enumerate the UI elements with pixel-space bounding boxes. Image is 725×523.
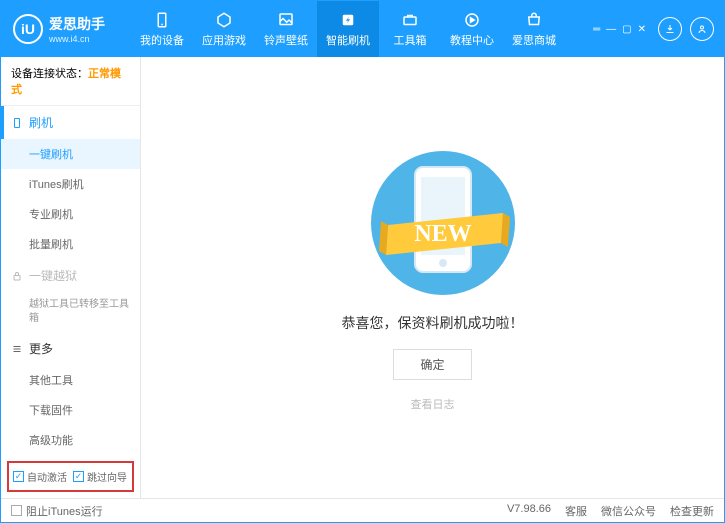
connection-status: 设备连接状态：正常模式	[1, 57, 140, 106]
user-icon	[696, 23, 708, 35]
menu-icon	[11, 343, 23, 355]
svg-text:NEW: NEW	[414, 221, 471, 247]
settings-button[interactable]: ═	[593, 24, 600, 35]
section-label: 一键越狱	[29, 267, 77, 284]
nav-label: 铃声壁纸	[264, 32, 308, 48]
flash-icon	[339, 11, 357, 29]
sidebar-jailbreak: 一键越狱	[1, 259, 140, 292]
apps-icon	[215, 11, 233, 29]
nav-label: 智能刷机	[326, 32, 370, 48]
sidebar-item-advanced[interactable]: 高级功能	[1, 425, 140, 455]
section-label: 刷机	[29, 114, 53, 131]
view-log-link[interactable]: 查看日志	[411, 396, 455, 412]
header: iU 爱思助手 www.i4.cn 我的设备 应用游戏 铃声壁纸 智能刷机 工具…	[1, 1, 724, 57]
ok-button[interactable]: 确定	[393, 349, 471, 380]
sidebar: 设备连接状态：正常模式 刷机 一键刷机 iTunes刷机 专业刷机 批量刷机 一…	[1, 57, 141, 498]
sidebar-item-itunes[interactable]: iTunes刷机	[1, 169, 140, 199]
nav-label: 工具箱	[394, 32, 427, 48]
checkbox-label: 自动激活	[27, 469, 67, 484]
wallpaper-icon	[277, 11, 295, 29]
main-content: NEW 恭喜您，保资料刷机成功啦！ 确定 查看日志	[141, 57, 724, 498]
tutorial-icon	[463, 11, 481, 29]
section-label: 更多	[29, 340, 53, 357]
sidebar-item-firmware[interactable]: 下载固件	[1, 395, 140, 425]
logo-icon: iU	[13, 14, 43, 44]
sidebar-item-other[interactable]: 其他工具	[1, 365, 140, 395]
status-label: 设备连接状态：	[11, 68, 88, 80]
checkbox-highlight: ✓自动激活 ✓跳过向导	[7, 461, 134, 492]
skip-guide-checkbox[interactable]: ✓跳过向导	[73, 469, 127, 484]
nav-label: 我的设备	[140, 32, 184, 48]
checkbox-icon: ✓	[73, 471, 84, 482]
nav-tutorial[interactable]: 教程中心	[441, 1, 503, 57]
top-nav: 我的设备 应用游戏 铃声壁纸 智能刷机 工具箱 教程中心 爱思商城	[131, 1, 593, 57]
nav-label: 爱思商城	[512, 32, 556, 48]
nav-label: 应用游戏	[202, 32, 246, 48]
toolbox-icon	[401, 11, 419, 29]
auto-activate-checkbox[interactable]: ✓自动激活	[13, 469, 67, 484]
sidebar-item-pro[interactable]: 专业刷机	[1, 199, 140, 229]
nav-app-games[interactable]: 应用游戏	[193, 1, 255, 57]
app-domain: www.i4.cn	[49, 34, 105, 44]
logo[interactable]: iU 爱思助手 www.i4.cn	[1, 14, 131, 44]
update-link[interactable]: 检查更新	[670, 503, 714, 519]
checkbox-label: 跳过向导	[87, 469, 127, 484]
nav-ringtone[interactable]: 铃声壁纸	[255, 1, 317, 57]
checkbox-icon: ✓	[13, 471, 24, 482]
lock-icon	[11, 270, 23, 282]
sidebar-flash[interactable]: 刷机	[1, 106, 140, 139]
success-message: 恭喜您，保资料刷机成功啦！	[342, 313, 524, 333]
wechat-link[interactable]: 微信公众号	[601, 503, 656, 519]
nav-smart-flash[interactable]: 智能刷机	[317, 1, 379, 57]
sidebar-item-oneclick[interactable]: 一键刷机	[1, 139, 140, 169]
sidebar-item-batch[interactable]: 批量刷机	[1, 229, 140, 259]
download-button[interactable]	[658, 17, 682, 41]
maximize-button[interactable]: ▢	[622, 24, 631, 35]
store-icon	[525, 11, 543, 29]
nav-label: 教程中心	[450, 32, 494, 48]
checkbox-icon	[11, 505, 22, 516]
nav-toolbox[interactable]: 工具箱	[379, 1, 441, 57]
jailbreak-note: 越狱工具已转移至工具箱	[1, 292, 140, 332]
version-text: V7.98.66	[507, 503, 551, 519]
device-icon	[153, 11, 171, 29]
footer: 阻止iTunes运行 V7.98.66 客服 微信公众号 检查更新	[1, 498, 724, 522]
app-name: 爱思助手	[49, 14, 105, 34]
block-itunes-checkbox[interactable]: 阻止iTunes运行	[11, 503, 103, 519]
user-button[interactable]	[690, 17, 714, 41]
header-right: ═ — ▢ ✕	[593, 17, 724, 41]
sidebar-more[interactable]: 更多	[1, 332, 140, 365]
checkbox-label: 阻止iTunes运行	[26, 503, 103, 519]
nav-store[interactable]: 爱思商城	[503, 1, 565, 57]
phone-icon	[11, 117, 23, 129]
success-illustration: NEW	[343, 143, 523, 293]
close-button[interactable]: ✕	[638, 24, 646, 35]
download-icon	[664, 23, 676, 35]
nav-my-device[interactable]: 我的设备	[131, 1, 193, 57]
minimize-button[interactable]: —	[606, 24, 616, 35]
support-link[interactable]: 客服	[565, 503, 587, 519]
